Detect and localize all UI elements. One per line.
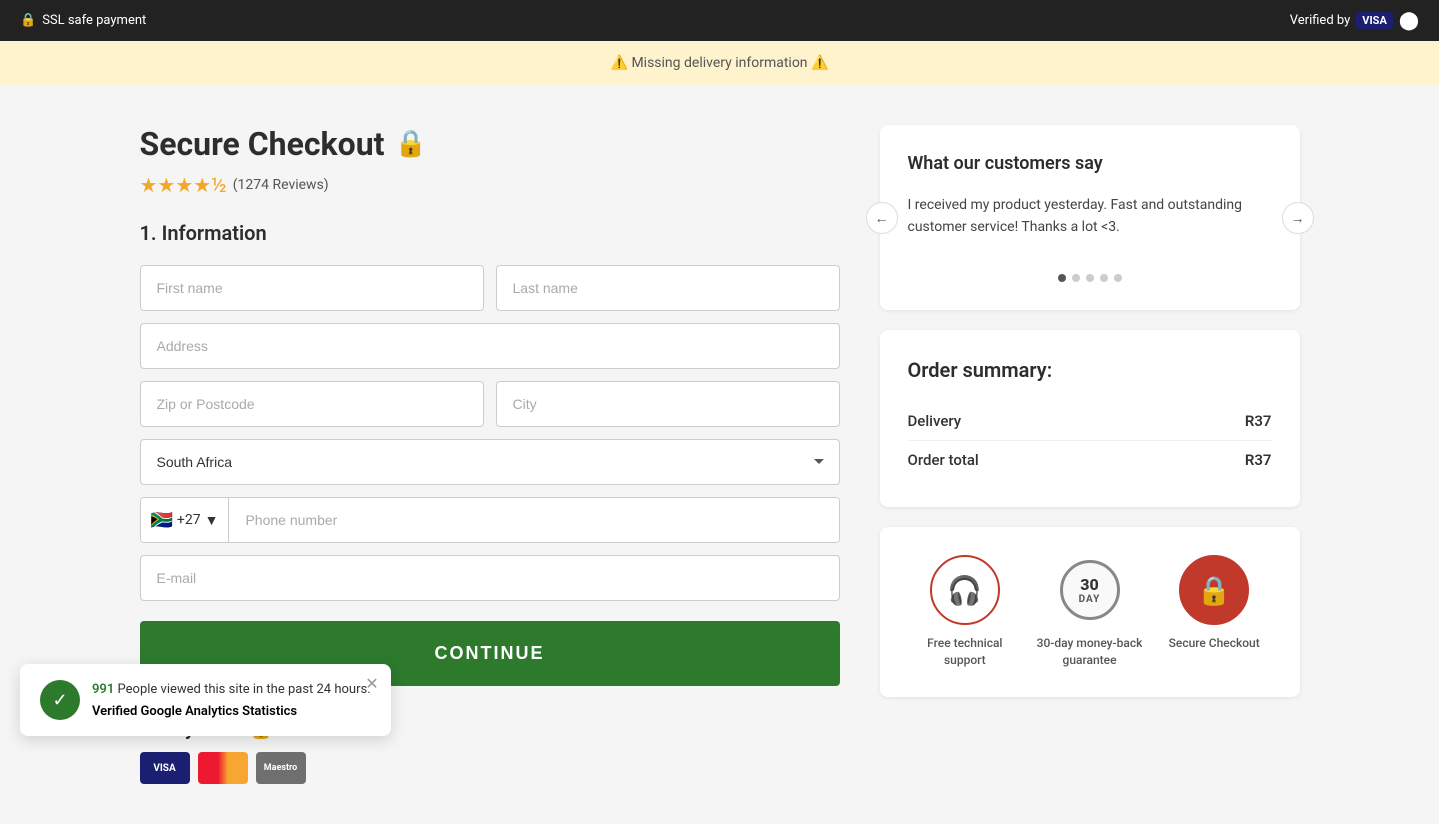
ssl-info: 🔒 SSL safe payment — [20, 13, 146, 28]
visa-icon: VISA — [1356, 12, 1393, 29]
review-dots — [908, 274, 1272, 282]
name-row — [140, 265, 840, 311]
badge-secure-checkout: 🔒 Secure Checkout — [1157, 555, 1272, 652]
popup-bottom-label: Verified Google Analytics Statistics — [92, 704, 371, 719]
popup-message: viewed this site in the past 24 hours. — [161, 682, 371, 697]
review-text: I received my product yesterday. Fast an… — [908, 194, 1272, 254]
order-row-delivery: Delivery R37 — [908, 402, 1272, 441]
lock-icon: 🔒 — [20, 13, 36, 28]
order-row-total: Order total R37 — [908, 441, 1272, 479]
country-select[interactable]: South Africa United States United Kingdo… — [140, 439, 840, 485]
review-prev-button[interactable]: ← — [866, 202, 898, 234]
order-summary-card: Order summary: Delivery R37 Order total … — [880, 330, 1300, 507]
maestro-card-badge: Maestro — [256, 752, 306, 784]
first-name-input[interactable] — [140, 265, 484, 311]
day-label: DAY — [1079, 594, 1101, 605]
total-value: R37 — [1245, 451, 1272, 469]
delivery-label: Delivery — [908, 412, 962, 430]
badge-money-back: 30 DAY 30-day money-back guarantee — [1032, 555, 1147, 669]
zip-input[interactable] — [140, 381, 484, 427]
money-back-icon: 30 DAY — [1055, 555, 1125, 625]
secure-checkout-icon: 🔒 — [1179, 555, 1249, 625]
order-summary-title: Order summary: — [908, 358, 1272, 382]
phone-dropdown-icon: ▼ — [205, 512, 219, 529]
trust-badges: 🎧 Free technical support 30 DAY 30-day m… — [880, 527, 1300, 697]
popup-content: 991 People viewed this site in the past … — [92, 680, 371, 719]
popup-shield-icon: ✓ — [40, 680, 80, 720]
popup-close-button[interactable]: ✕ — [365, 674, 378, 693]
phone-code: +27 — [177, 512, 201, 528]
reviews-count: (1274 Reviews) — [233, 177, 329, 193]
visa-card-badge: VISA — [140, 752, 190, 784]
verified-label: Verified by — [1290, 13, 1351, 28]
star-rating: ★★★★½ — [140, 173, 227, 197]
payment-cards: VISA Maestro — [140, 752, 840, 784]
page-title: Secure Checkout 🔒 — [140, 125, 840, 163]
stars-row: ★★★★½ (1274 Reviews) — [140, 173, 840, 197]
technical-support-label: Free technical support — [908, 635, 1023, 669]
page-title-text: Secure Checkout — [140, 125, 385, 163]
address-group — [140, 323, 840, 369]
last-name-input[interactable] — [496, 265, 840, 311]
total-label: Order total — [908, 451, 979, 469]
review-dot-2[interactable] — [1072, 274, 1080, 282]
section-info-title: 1. Information — [140, 221, 840, 245]
money-back-label: 30-day money-back guarantee — [1032, 635, 1147, 669]
right-column: What our customers say ← → I received my… — [880, 125, 1300, 784]
badge-technical-support: 🎧 Free technical support — [908, 555, 1023, 669]
alert-icon-right: ⚠️ — [811, 55, 828, 71]
phone-input[interactable] — [229, 498, 838, 542]
review-next-button[interactable]: → — [1282, 202, 1314, 234]
ssl-label: SSL safe payment — [42, 13, 146, 28]
delivery-value: R37 — [1245, 412, 1272, 430]
review-dot-1[interactable] — [1058, 274, 1066, 282]
alert-message: Missing delivery information — [631, 55, 807, 71]
review-dot-4[interactable] — [1100, 274, 1108, 282]
notification-popup: ✓ 991 People viewed this site in the pas… — [20, 664, 391, 736]
phone-row: 🇿🇦 +27 ▼ — [140, 497, 840, 543]
reviews-card-title: What our customers say — [908, 153, 1272, 174]
review-dot-5[interactable] — [1114, 274, 1122, 282]
email-input[interactable] — [140, 555, 840, 601]
popup-count: 991 — [92, 682, 114, 697]
address-input[interactable] — [140, 323, 840, 369]
secure-checkout-label: Secure Checkout — [1169, 635, 1260, 652]
title-lock-icon: 🔒 — [394, 129, 426, 159]
phone-flag: 🇿🇦 — [151, 510, 173, 531]
zip-city-row — [140, 381, 840, 427]
checkout-form: South Africa United States United Kingdo… — [140, 265, 840, 686]
technical-support-icon: 🎧 — [930, 555, 1000, 625]
mc-card-badge — [198, 752, 248, 784]
country-group: South Africa United States United Kingdo… — [140, 439, 840, 485]
alert-banner: ⚠️ Missing delivery information ⚠️ — [0, 41, 1439, 85]
alert-icon-left: ⚠️ — [611, 55, 628, 71]
city-input[interactable] — [496, 381, 840, 427]
reviews-card: What our customers say ← → I received my… — [880, 125, 1300, 310]
top-bar: 🔒 SSL safe payment Verified by VISA ⬤ — [0, 0, 1439, 41]
email-group — [140, 555, 840, 601]
review-dot-3[interactable] — [1086, 274, 1094, 282]
popup-count-label: People — [118, 682, 158, 697]
verified-info: Verified by VISA ⬤ — [1290, 10, 1419, 31]
popup-text: 991 People viewed this site in the past … — [92, 680, 371, 700]
phone-prefix[interactable]: 🇿🇦 +27 ▼ — [141, 498, 230, 542]
day-num: 30 — [1080, 575, 1098, 594]
mc-icon: ⬤ — [1399, 10, 1419, 31]
